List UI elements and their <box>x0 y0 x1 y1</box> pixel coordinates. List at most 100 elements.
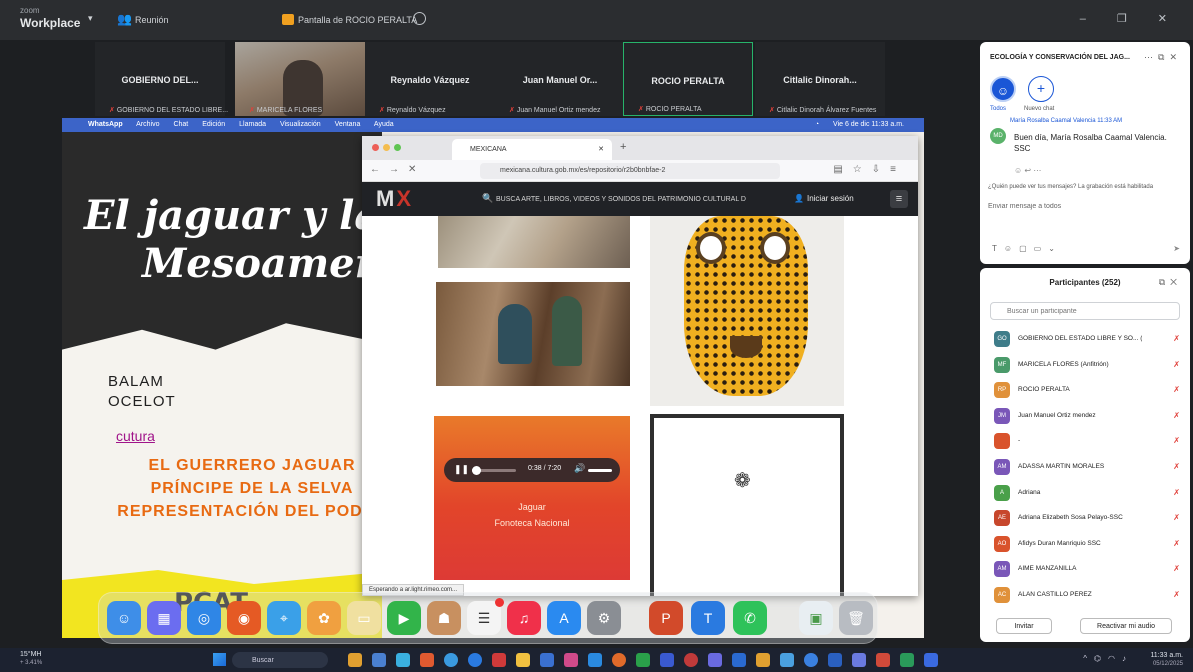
taskbar-app-icon[interactable] <box>804 653 818 667</box>
preview-icon[interactable]: ▣ <box>799 601 833 635</box>
audio-progress-handle[interactable] <box>471 466 481 475</box>
menu-ayuda[interactable]: Ayuda <box>374 121 394 128</box>
taskbar-app-icon[interactable] <box>468 653 482 667</box>
search-icon[interactable]: 🔍 <box>482 193 493 204</box>
facetime-icon[interactable]: ▶ <box>387 601 421 635</box>
taskbar-app-icon[interactable] <box>564 653 578 667</box>
maps-icon[interactable]: ⌖ <box>267 601 301 635</box>
settings-icon[interactable]: ⚙ <box>587 601 621 635</box>
muted-mic-icon[interactable]: ✗ <box>1173 590 1180 599</box>
more-icon[interactable]: ⋯ <box>1144 52 1158 62</box>
taskbar-app-icon[interactable] <box>636 653 650 667</box>
taskbar-app-icon[interactable] <box>420 653 434 667</box>
menubar-clock[interactable]: Vie 6 de dic 11:33 a.m. <box>833 121 904 128</box>
menu-whatsapp[interactable]: WhatsApp <box>88 121 123 128</box>
muted-mic-icon[interactable]: ✗ <box>1173 334 1180 343</box>
contacts-icon[interactable]: ☗ <box>427 601 461 635</box>
window-controls[interactable]: – ❐ ✕ <box>1080 12 1181 25</box>
chat-visibility-notice[interactable]: ¿Quién puede ver tus mensajes? La grabac… <box>988 184 1153 190</box>
participant-row[interactable]: A Adriana ✗ <box>980 480 1190 506</box>
taskbar-app-icon[interactable] <box>492 653 506 667</box>
music-icon[interactable]: ♫ <box>507 601 541 635</box>
taskbar-app-icon[interactable] <box>612 653 626 667</box>
taskbar-app-icon[interactable] <box>852 653 866 667</box>
wifi-icon[interactable]: ◔ <box>815 121 819 128</box>
video-tile[interactable]: Reynaldo Vázquez Reynaldo Vázquez <box>365 42 495 116</box>
participant-row[interactable]: AM ADASSA MARTIN MORALES ✗ <box>980 454 1190 480</box>
taskbar-app-icon[interactable] <box>756 653 770 667</box>
meeting-label[interactable]: Reunión <box>135 15 169 25</box>
menu-chat[interactable]: Chat <box>173 121 188 128</box>
screen-share-label[interactable]: Pantalla de ROCIO PERALTA <box>298 15 417 25</box>
participant-row[interactable]: RP ROCIO PERALTA ✗ <box>980 377 1190 403</box>
taskbar-app-icon[interactable] <box>900 653 914 667</box>
taskbar-search-input[interactable] <box>232 652 328 668</box>
menu-edicion[interactable]: Edición <box>202 121 225 128</box>
muted-mic-icon[interactable]: ✗ <box>1173 411 1180 420</box>
taskbar-app-icon[interactable] <box>588 653 602 667</box>
finder-icon[interactable]: ☺ <box>107 601 141 635</box>
menu-icon[interactable]: ≡ <box>890 164 906 175</box>
video-tile[interactable]: GOBIERNO DEL... GOBIERNO DEL ESTADO LIBR… <box>95 42 228 116</box>
whatsapp-icon[interactable]: ✆ <box>733 601 767 635</box>
teams-icon[interactable]: T <box>691 601 725 635</box>
video-tile[interactable]: Citlalic Dinorah... Citlalic Dinorah Álv… <box>755 42 885 116</box>
new-tab-icon[interactable]: + <box>620 141 626 153</box>
menu-visualizacion[interactable]: Visualización <box>280 121 321 128</box>
audio-progress-bar[interactable] <box>471 466 516 475</box>
muted-mic-icon[interactable]: ✗ <box>1173 564 1180 573</box>
thumbnail-jaguar-mask[interactable] <box>650 216 844 406</box>
participant-row[interactable]: AM AIME MANZANILLA ✗ <box>980 556 1190 582</box>
close-icon[interactable]: ✕ <box>1170 277 1182 287</box>
pause-icon[interactable]: ❚❚ <box>454 464 469 475</box>
url-bar[interactable] <box>480 163 780 179</box>
taskbar-app-icon[interactable] <box>924 653 938 667</box>
muted-mic-icon[interactable]: ✗ <box>1173 462 1180 471</box>
participant-row[interactable]: JM Juan Manuel Ortiz mendez ✗ <box>980 403 1190 429</box>
taskbar-app-icon[interactable] <box>732 653 746 667</box>
reader-icon[interactable]: ▤ <box>833 164 852 175</box>
back-icon[interactable]: ← <box>370 164 389 175</box>
send-icon[interactable]: ➤ <box>1173 244 1180 253</box>
taskbar-app-icon[interactable] <box>708 653 722 667</box>
taskbar-clock[interactable]: 11:33 a.m. 05/12/2025 <box>1150 651 1183 669</box>
maximize-window-button[interactable] <box>394 144 401 151</box>
powerpoint-icon[interactable]: P <box>649 601 683 635</box>
volume-icon[interactable]: 🔊 <box>574 463 585 474</box>
safari-icon[interactable]: ◎ <box>187 601 221 635</box>
popout-icon[interactable]: ⧉ <box>1158 52 1169 62</box>
taskbar-app-icon[interactable] <box>396 653 410 667</box>
thumbnail-thesis-document[interactable]: ❁ <box>650 414 844 596</box>
taskbar-app-icon[interactable] <box>828 653 842 667</box>
windows-start-icon[interactable] <box>213 653 226 666</box>
screenshot-icon[interactable]: ▭ <box>1034 244 1049 253</box>
format-text-icon[interactable]: T <box>992 244 1004 253</box>
reload-icon[interactable]: ✕ <box>408 164 425 175</box>
chevron-down-icon[interactable]: ▾ <box>88 13 93 24</box>
thumbnail-sculpture[interactable] <box>438 216 630 268</box>
participant-row[interactable]: MF MARICELA FLORES (Anfitrión) ✗ <box>980 352 1190 378</box>
muted-mic-icon[interactable]: ✗ <box>1173 488 1180 497</box>
chevron-up-icon[interactable]: ^ <box>1083 654 1094 663</box>
notes-icon[interactable]: ▭ <box>347 601 381 635</box>
more-options-icon[interactable]: ⌄ <box>1048 244 1062 253</box>
new-chat-button[interactable]: + <box>1028 76 1054 102</box>
participant-row[interactable]: AC ALAN CASTILLO PÉREZ ✗ <box>980 582 1190 608</box>
volume-icon[interactable]: ♪ <box>1122 654 1133 663</box>
taskbar-app-icon[interactable] <box>684 653 698 667</box>
participant-row[interactable]: GO GOBIERNO DEL ESTADO LIBRE Y SO... (Yo)… <box>980 326 1190 352</box>
taskbar-app-icon[interactable] <box>372 653 386 667</box>
muted-mic-icon[interactable]: ✗ <box>1173 539 1180 548</box>
video-tile[interactable]: Juan Manuel Or... Juan Manuel Ortiz mend… <box>495 42 625 116</box>
forward-icon[interactable]: → <box>389 164 408 175</box>
menu-archivo[interactable]: Archivo <box>136 121 159 128</box>
trash-icon[interactable]: 🗑 <box>839 601 873 635</box>
app-store-icon[interactable]: A <box>547 601 581 635</box>
muted-mic-icon[interactable]: ✗ <box>1173 436 1180 445</box>
participant-row[interactable]: AE Adriana Elizabeth Sosa Pelayo-SSC ✗ <box>980 505 1190 531</box>
unmute-button[interactable]: Reactivar mi audio <box>1080 618 1172 634</box>
taskbar-app-icon[interactable] <box>444 653 458 667</box>
participant-row[interactable]: - ✗ <box>980 428 1190 454</box>
taskbar-app-icon[interactable] <box>876 653 890 667</box>
video-tile-camera[interactable]: MARICELA FLORES <box>235 42 365 116</box>
